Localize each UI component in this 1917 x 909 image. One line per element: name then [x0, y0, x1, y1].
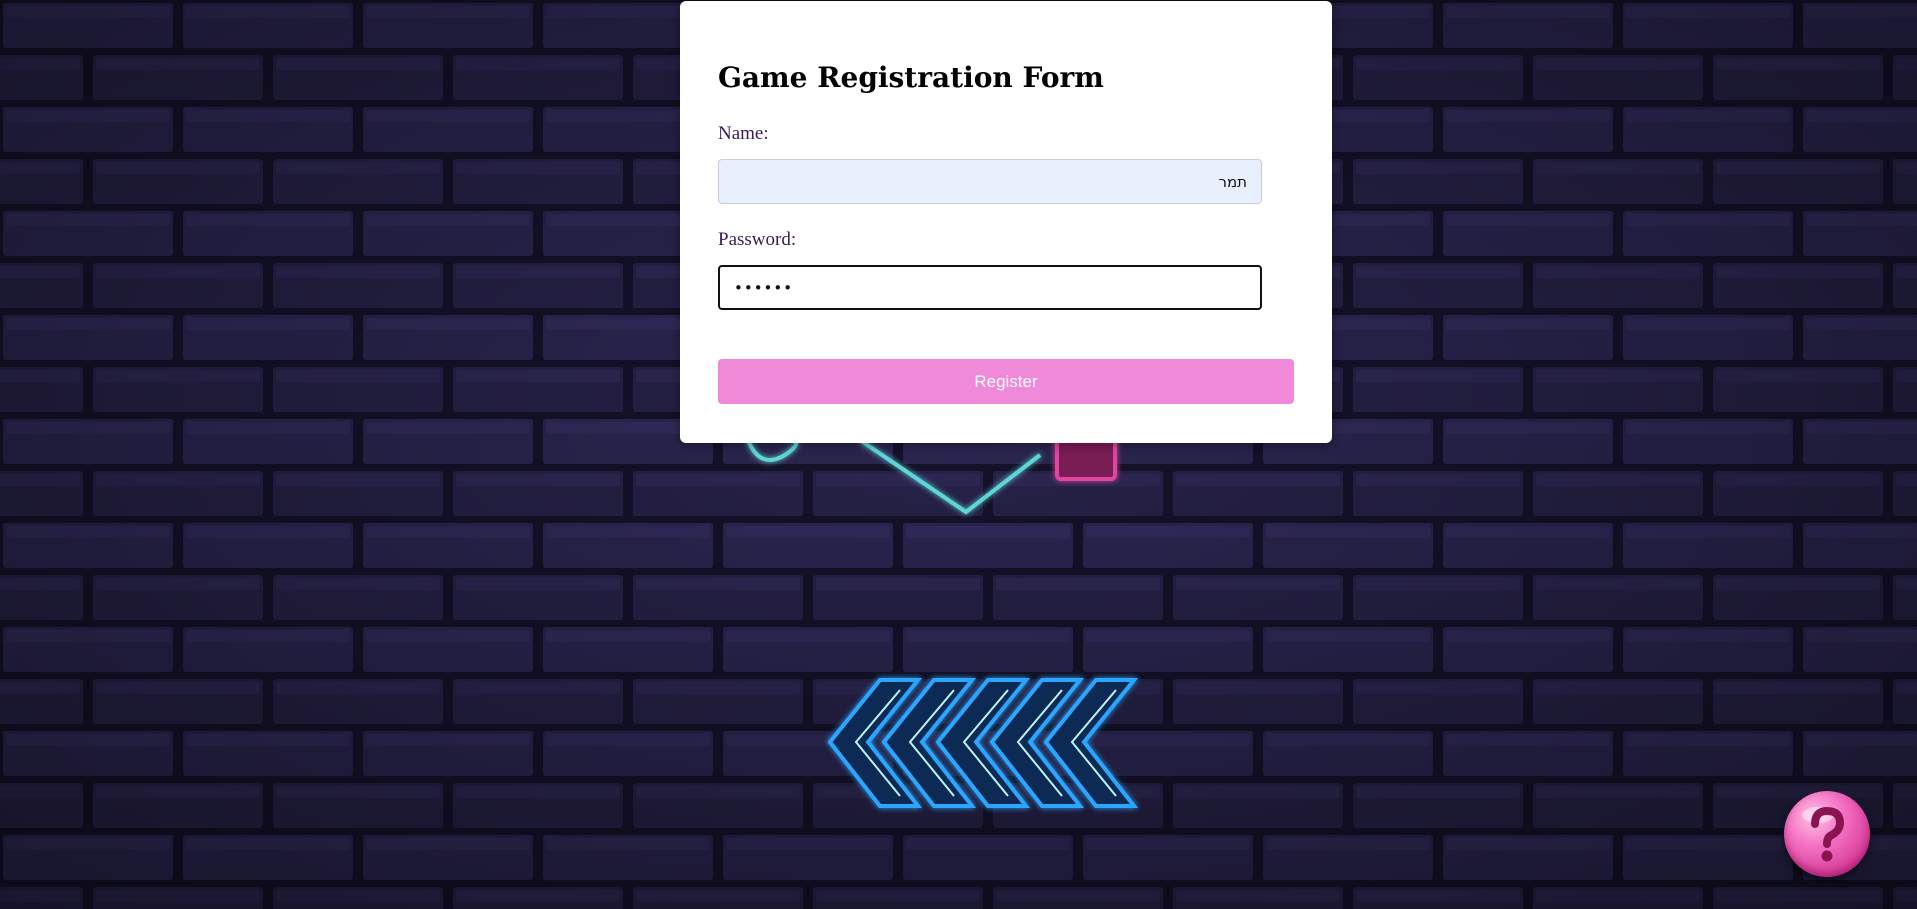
- form-title: Game Registration Form: [718, 61, 1104, 94]
- game-page: Game Registration Form Name: Password: R…: [0, 0, 1917, 909]
- password-label: Password:: [718, 229, 797, 250]
- register-button[interactable]: Register: [718, 359, 1294, 404]
- name-input[interactable]: [718, 159, 1262, 204]
- password-input[interactable]: [718, 265, 1262, 310]
- help-button[interactable]: [1784, 791, 1870, 877]
- question-mark-icon: [1802, 806, 1845, 862]
- registration-form: Game Registration Form Name: Password: R…: [680, 1, 1332, 443]
- name-label: Name:: [718, 123, 769, 144]
